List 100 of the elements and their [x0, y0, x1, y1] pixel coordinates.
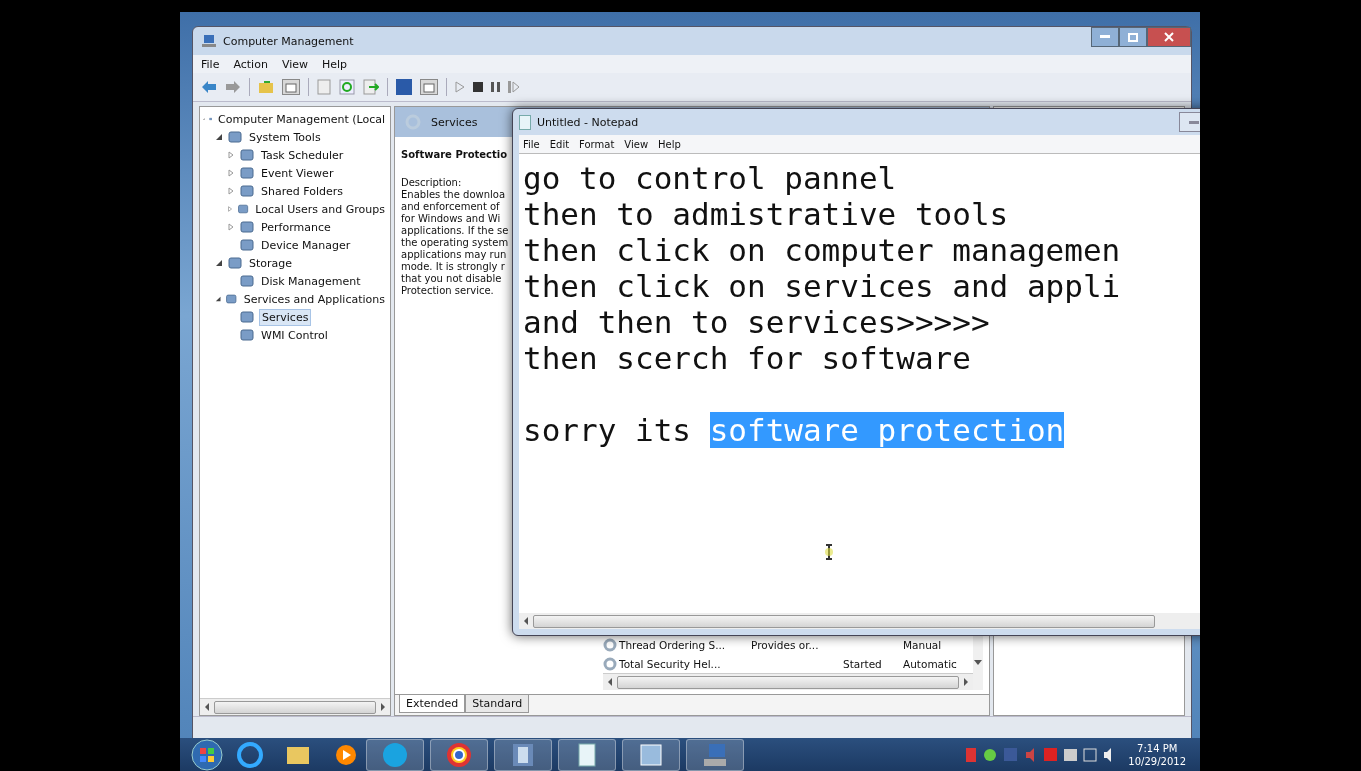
menu-item[interactable]: File [201, 57, 220, 71]
tree-item[interactable]: Shared Folders [259, 183, 345, 199]
play-icon[interactable] [455, 81, 465, 93]
tree-item[interactable]: Storage [247, 255, 295, 271]
tree-item[interactable]: Event Viewer [259, 165, 336, 181]
menu-item[interactable]: Format [579, 138, 615, 150]
collapsed-arrow-icon[interactable] [227, 169, 235, 177]
description-text: applications. If the se [401, 225, 510, 237]
editor-text: sorry its [523, 412, 692, 448]
view-tab[interactable]: Extended [399, 695, 466, 713]
expanded-arrow-icon[interactable] [215, 259, 223, 267]
scroll-right-icon[interactable] [963, 678, 969, 686]
description-text: Protection service. [401, 285, 495, 297]
editor-text: then scerch for software [523, 340, 971, 376]
text-editor[interactable]: go to control pannel then to admistrative tools then click on computer managemen then click on services and appli and then to services>>>>> then scerch for software sorry its software protection [519, 153, 1200, 613]
scroll-left-icon[interactable] [523, 617, 529, 625]
tree-item[interactable]: Services [259, 308, 312, 326]
folder-up-icon[interactable] [258, 80, 274, 94]
resume-icon[interactable] [508, 81, 520, 93]
editor-text: go to control pannel [523, 160, 897, 196]
tree-node-icon [227, 129, 243, 145]
scroll-down-icon[interactable] [974, 660, 982, 665]
service-name: Software Protectio [401, 149, 509, 161]
pause-icon[interactable] [491, 82, 500, 92]
tree-node-icon [227, 255, 243, 271]
tree-item[interactable]: Device Manager [259, 237, 353, 253]
export-icon[interactable] [363, 79, 379, 95]
taskbar-app-button[interactable] [430, 738, 488, 771]
editor-text: then click on services and appli [523, 268, 1121, 304]
scroll-left-icon[interactable] [204, 703, 210, 711]
text-cursor-icon [824, 544, 834, 560]
expanded-arrow-icon[interactable] [215, 133, 223, 141]
minimize-button[interactable] [1091, 27, 1119, 47]
maximize-button[interactable] [1119, 27, 1147, 47]
tree-node-icon [239, 183, 255, 199]
table-cell: Manual [903, 638, 942, 651]
description-text: and enforcement of [401, 201, 501, 213]
tree-node-icon [239, 327, 255, 343]
taskbar-app-button[interactable] [558, 738, 616, 771]
editor-text: then to admistrative tools [523, 196, 1009, 232]
notepad-icon [519, 114, 531, 130]
menu-item[interactable]: Action [233, 57, 268, 71]
description-text: mode. It is strongly r [401, 261, 506, 273]
menu-item[interactable]: View [281, 57, 308, 71]
table-cell: Provides or... [751, 638, 819, 651]
scroll-left-icon[interactable] [607, 678, 613, 686]
tree-item[interactable]: System Tools [247, 129, 323, 145]
tree-node-icon [239, 219, 255, 235]
taskbar-app-button[interactable] [494, 738, 552, 771]
horizontal-scrollbar[interactable] [200, 698, 390, 715]
tree-item[interactable]: Services and Applications [241, 291, 387, 307]
menu-item[interactable]: File [523, 138, 540, 150]
menu-item[interactable]: View [624, 138, 649, 150]
clock-date: 10/29/2012 [1128, 754, 1186, 768]
description-text: the operating system [401, 237, 510, 249]
tree-item[interactable]: Performance [259, 219, 333, 235]
editor-text: then click on computer managemen [523, 232, 1121, 268]
taskbar-app-button[interactable] [686, 738, 744, 771]
back-arrow-icon[interactable] [201, 80, 217, 94]
collapsed-arrow-icon[interactable] [227, 187, 235, 195]
tree-item[interactable]: Local Users and Groups [253, 201, 387, 217]
description-label: Description: [401, 177, 463, 189]
tree-node-icon [239, 273, 255, 289]
tree-item[interactable]: Disk Management [259, 273, 363, 289]
tree-item[interactable]: Task Scheduler [259, 147, 346, 163]
table-cell: Total Security Hel... [619, 657, 721, 670]
taskbar-app-button[interactable] [622, 738, 680, 771]
close-button[interactable] [1147, 27, 1191, 47]
scroll-right-icon[interactable] [380, 703, 386, 711]
collapsed-arrow-icon[interactable] [227, 151, 235, 159]
tree-node-icon [225, 291, 238, 307]
menu-item[interactable]: Edit [549, 138, 570, 150]
view-tab[interactable]: Standard [465, 695, 530, 713]
tree-node-icon [239, 237, 255, 253]
tree-node-icon [239, 147, 255, 163]
vertical-scrollbar[interactable] [973, 635, 983, 690]
clock-time: 7:14 PM [1137, 741, 1178, 755]
horizontal-scrollbar[interactable] [603, 673, 973, 690]
tree-node-icon [239, 309, 255, 325]
horizontal-scrollbar[interactable] [519, 613, 1200, 629]
refresh-icon[interactable] [339, 79, 355, 95]
tree-node-icon [239, 165, 255, 181]
description-text: applications may run [401, 249, 508, 261]
table-cell: Thread Ordering S... [619, 638, 726, 651]
minimize-button[interactable] [1179, 112, 1200, 132]
collapsed-arrow-icon[interactable] [227, 223, 235, 231]
tree-item[interactable]: WMI Control [259, 327, 330, 343]
menu-item[interactable]: Help [658, 138, 681, 150]
tree-item[interactable]: Computer Management (Local [216, 111, 387, 127]
close-icon [1164, 32, 1174, 42]
start-button[interactable] [190, 738, 224, 771]
table-cell: Started [843, 657, 882, 670]
description-text: that you not disable [401, 273, 503, 285]
taskbar-app-button[interactable] [366, 738, 424, 771]
forward-arrow-icon[interactable] [225, 80, 241, 94]
table-cell: Automatic [903, 657, 957, 670]
description-text: for Windows and Wi [401, 213, 502, 225]
menu-item[interactable]: Help [322, 57, 348, 71]
collapsed-arrow-icon[interactable] [227, 205, 234, 213]
expanded-arrow-icon[interactable] [215, 295, 222, 303]
